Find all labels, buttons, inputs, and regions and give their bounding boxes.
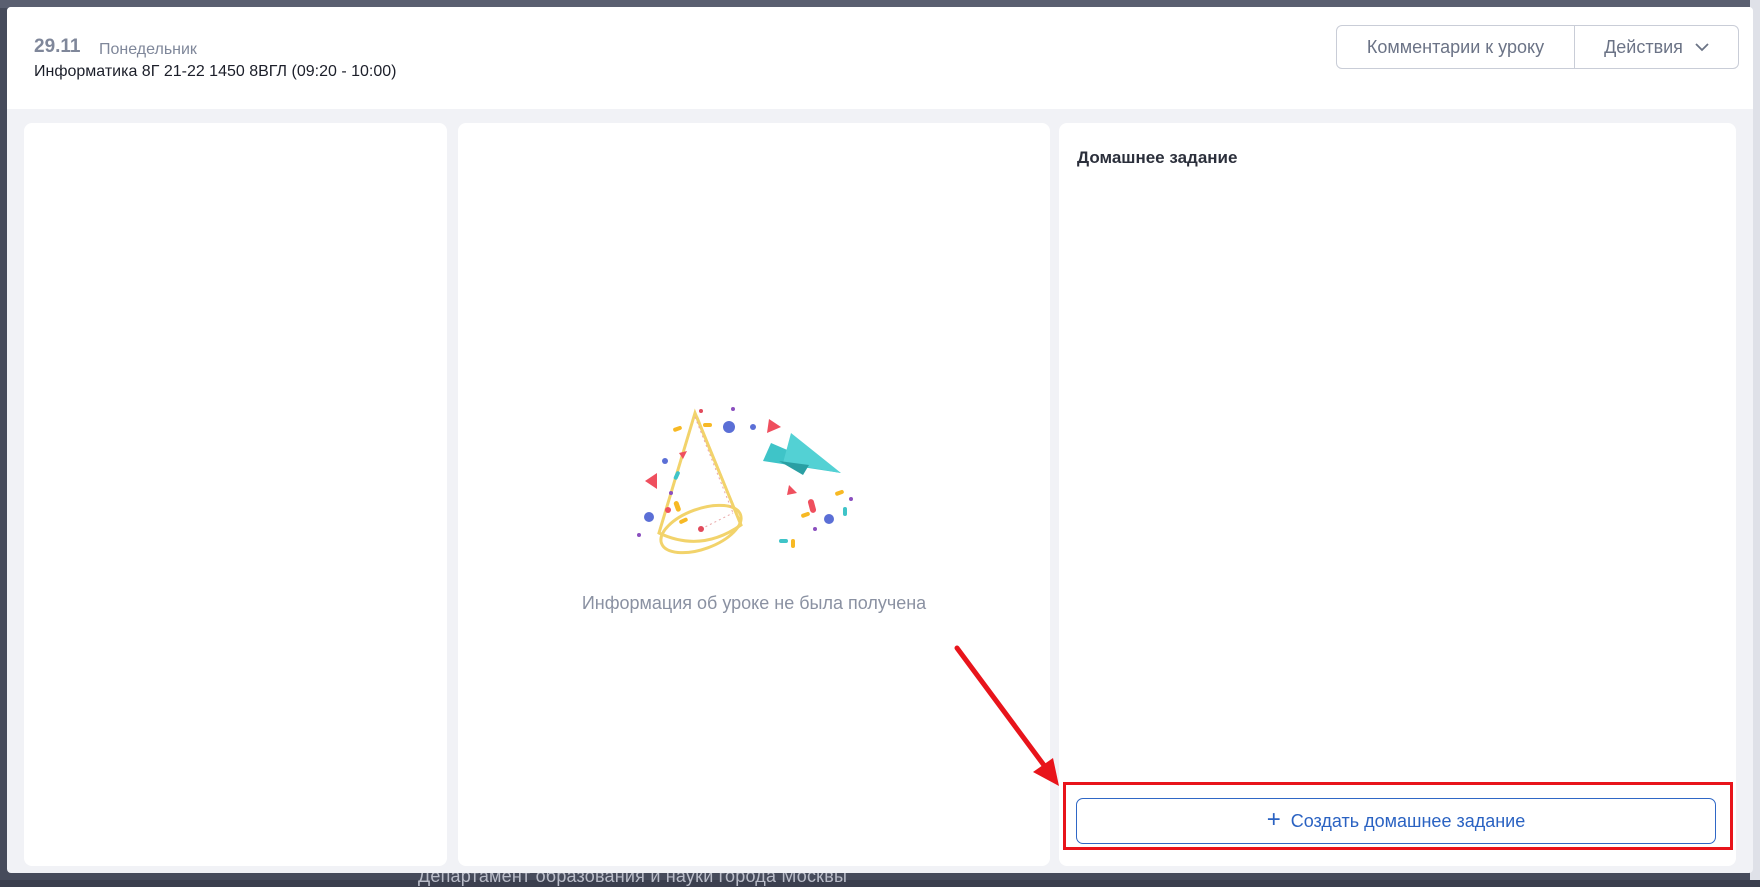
lesson-modal: 29.11 Понедельник Информатика 8Г 21-22 1… bbox=[7, 7, 1753, 873]
homework-title: Домашнее задание bbox=[1077, 148, 1238, 167]
lesson-date: 29.11 bbox=[34, 36, 81, 57]
header-button-group: Комментарии к уроку Действия bbox=[1336, 25, 1739, 69]
create-homework-button[interactable]: + Создать домашнее задание bbox=[1076, 798, 1716, 844]
create-homework-label: Создать домашнее задание bbox=[1290, 810, 1526, 831]
plus-icon: + bbox=[1266, 805, 1281, 833]
actions-label: Действия bbox=[1604, 36, 1683, 57]
lesson-comments-button[interactable]: Комментарии к уроку bbox=[1337, 26, 1574, 68]
chevron-down-icon bbox=[1695, 43, 1709, 52]
lesson-comments-label: Комментарии к уроку bbox=[1366, 36, 1545, 57]
left-panel bbox=[24, 123, 447, 866]
lesson-weekday: Понедельник bbox=[99, 41, 197, 58]
empty-state-message: Информация об уроке не была получена bbox=[581, 593, 927, 613]
party-cone-paper-plane-icon bbox=[637, 407, 853, 555]
modal-header: 29.11 Понедельник Информатика 8Г 21-22 1… bbox=[7, 7, 1753, 109]
lesson-title: Информатика 8Г 21-22 1450 8ВГЛ (09:20 - … bbox=[34, 63, 397, 80]
lesson-info-panel: Информация об уроке не была получена bbox=[458, 123, 1050, 866]
homework-panel: Домашнее задание + Создать домашнее зада… bbox=[1059, 123, 1736, 866]
actions-dropdown-button[interactable]: Действия bbox=[1574, 26, 1738, 68]
